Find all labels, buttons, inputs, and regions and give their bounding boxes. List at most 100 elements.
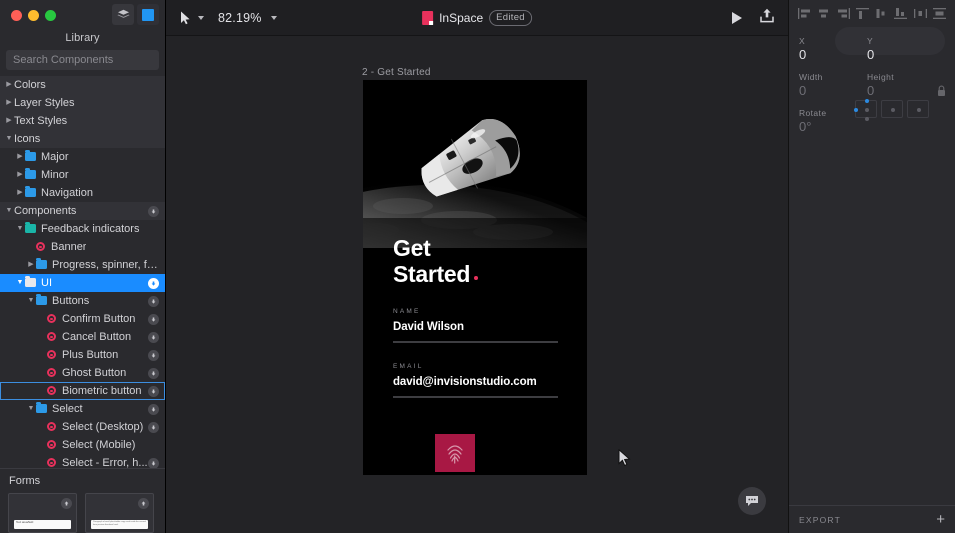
artboard-label[interactable]: 2 - Get Started [362, 67, 431, 78]
tree-item-plus-button[interactable]: Plus Button [0, 346, 165, 364]
width-field[interactable]: Width 0 [799, 72, 855, 98]
anchor-point-center[interactable] [917, 108, 921, 112]
canvas[interactable]: 2 - Get Started Get Started NAME David W… [166, 36, 788, 533]
chevron-down-icon[interactable]: ▼ [15, 225, 25, 232]
tree-item-ghost-button[interactable]: Ghost Button [0, 364, 165, 382]
chevron-right-icon[interactable]: ▶ [15, 189, 25, 196]
lock-aspect-ratio-icon[interactable] [937, 84, 946, 102]
height-value[interactable]: 0 [867, 83, 929, 98]
biometric-button[interactable] [435, 434, 475, 472]
download-update-badge-icon[interactable] [148, 331, 159, 343]
anchor-box-2[interactable] [881, 100, 903, 118]
chevron-right-icon[interactable]: ▶ [26, 261, 36, 268]
width-value[interactable]: 0 [799, 83, 855, 98]
tree-item-select-error-h[interactable]: Select - Error, h... [0, 454, 165, 468]
tree-item-layer-styles[interactable]: ▶ Layer Styles [0, 93, 165, 112]
tree-item-minor[interactable]: ▶ Minor [0, 166, 165, 184]
chevron-down-icon[interactable]: ▼ [4, 135, 14, 142]
chevron-right-icon[interactable]: ▶ [4, 99, 14, 106]
tree-item-colors[interactable]: ▶ Colors [0, 75, 165, 94]
layers-toggle-button[interactable] [112, 4, 134, 25]
zoom-dropdown-caret-icon[interactable] [270, 15, 277, 20]
anchor-point-bottom[interactable] [865, 117, 869, 121]
chevron-down-icon[interactable]: ▼ [15, 279, 25, 286]
pointer-tool-icon[interactable] [180, 10, 194, 26]
close-window-button[interactable] [11, 10, 22, 21]
tree-item-text-styles[interactable]: ▶ Text Styles [0, 111, 165, 130]
name-field-value[interactable]: David Wilson [393, 321, 558, 333]
anchor-point-left[interactable] [854, 108, 858, 112]
search-input[interactable] [6, 49, 159, 70]
download-update-badge-icon[interactable] [148, 367, 159, 379]
download-update-badge-icon[interactable] [148, 277, 159, 289]
anchor-point-center[interactable] [865, 108, 869, 112]
form-thumbnail-2[interactable]: Paragraph of small placeholder copy used… [85, 493, 154, 533]
share-button[interactable] [760, 8, 774, 28]
distribute-vertical-icon[interactable] [932, 6, 946, 24]
tree-item-components[interactable]: ▼ Components [0, 201, 165, 220]
chevron-down-icon[interactable]: ▼ [4, 207, 14, 214]
anchor-box-3[interactable] [907, 100, 929, 118]
align-bottom-icon[interactable] [894, 6, 908, 24]
download-update-badge-icon[interactable] [148, 313, 159, 325]
download-update-badge-icon[interactable] [148, 403, 159, 415]
tree-item-feedback-indicators[interactable]: ▼ Feedback indicators [0, 220, 165, 238]
y-field[interactable]: Y 0 [867, 36, 923, 62]
download-update-badge-icon[interactable] [148, 457, 159, 468]
y-value[interactable]: 0 [867, 47, 923, 62]
download-update-badge-icon[interactable] [148, 421, 159, 433]
height-field[interactable]: Height 0 [867, 72, 929, 98]
tree-item-select-mobile[interactable]: Select (Mobile) [0, 436, 165, 454]
form-thumbnail-1[interactable]: Text area/field [8, 493, 77, 533]
tool-dropdown-caret-icon[interactable] [198, 15, 204, 20]
tree-item-buttons[interactable]: ▼ Buttons [0, 292, 165, 310]
download-update-badge-icon[interactable] [148, 349, 159, 361]
anchor-point-center[interactable] [891, 108, 895, 112]
zoom-level-label[interactable]: 82.19% [218, 11, 262, 25]
download-update-badge-icon[interactable] [148, 385, 159, 397]
align-left-icon[interactable] [798, 6, 811, 24]
maximize-window-button[interactable] [45, 10, 56, 21]
tree-item-banner[interactable]: Banner [0, 238, 165, 256]
email-field[interactable]: EMAIL david@invisionstudio.com [393, 363, 558, 398]
tree-item-cancel-button[interactable]: Cancel Button [0, 328, 165, 346]
comments-button[interactable] [738, 487, 766, 515]
x-value[interactable]: 0 [799, 47, 855, 62]
upload-badge-icon[interactable] [138, 498, 149, 509]
distribute-horizontal-icon[interactable] [913, 6, 927, 24]
name-field[interactable]: NAME David Wilson [393, 308, 558, 343]
artboard-get-started[interactable]: Get Started NAME David Wilson EMAIL davi… [363, 80, 587, 475]
align-middle-vertical-icon[interactable] [875, 6, 888, 24]
email-field-value[interactable]: david@invisionstudio.com [393, 376, 558, 388]
tree-item-progress-spinner-flash[interactable]: ▶ Progress, spinner, flash [0, 256, 165, 274]
chevron-right-icon[interactable]: ▶ [4, 117, 14, 124]
chevron-right-icon[interactable]: ▶ [15, 153, 25, 160]
anchor-point-top[interactable] [865, 99, 869, 103]
minimize-window-button[interactable] [28, 10, 39, 21]
tree-item-confirm-button[interactable]: Confirm Button [0, 310, 165, 328]
tree-item-icons[interactable]: ▼ Icons [0, 129, 165, 148]
anchor-box-1[interactable] [854, 99, 877, 121]
preview-play-button[interactable] [732, 11, 742, 24]
download-update-badge-icon[interactable] [148, 295, 159, 307]
rotate-field[interactable]: Rotate 0° [799, 108, 855, 134]
chevron-down-icon[interactable]: ▼ [26, 405, 36, 412]
tree-item-biometric-button[interactable]: Biometric button [0, 381, 165, 400]
tree-item-major[interactable]: ▶ Major [0, 148, 165, 166]
align-right-icon[interactable] [837, 6, 850, 24]
chevron-right-icon[interactable]: ▶ [4, 81, 14, 88]
chevron-down-icon[interactable]: ▼ [26, 297, 36, 304]
add-export-button[interactable]: + [936, 512, 945, 527]
tree-item-ui[interactable]: ▼ UI [0, 273, 165, 292]
tree-item-select-desktop[interactable]: Select (Desktop) [0, 418, 165, 436]
upload-badge-icon[interactable] [61, 498, 72, 509]
x-field[interactable]: X 0 [799, 36, 855, 62]
library-toggle-button[interactable] [137, 4, 159, 25]
download-update-badge-icon[interactable] [148, 205, 159, 217]
align-center-horizontal-icon[interactable] [817, 6, 830, 24]
tree-item-navigation[interactable]: ▶ Navigation [0, 184, 165, 202]
chevron-right-icon[interactable]: ▶ [15, 171, 25, 178]
tree-item-select[interactable]: ▼ Select [0, 400, 165, 418]
rotate-value[interactable]: 0° [799, 119, 855, 134]
align-top-icon[interactable] [855, 6, 869, 24]
